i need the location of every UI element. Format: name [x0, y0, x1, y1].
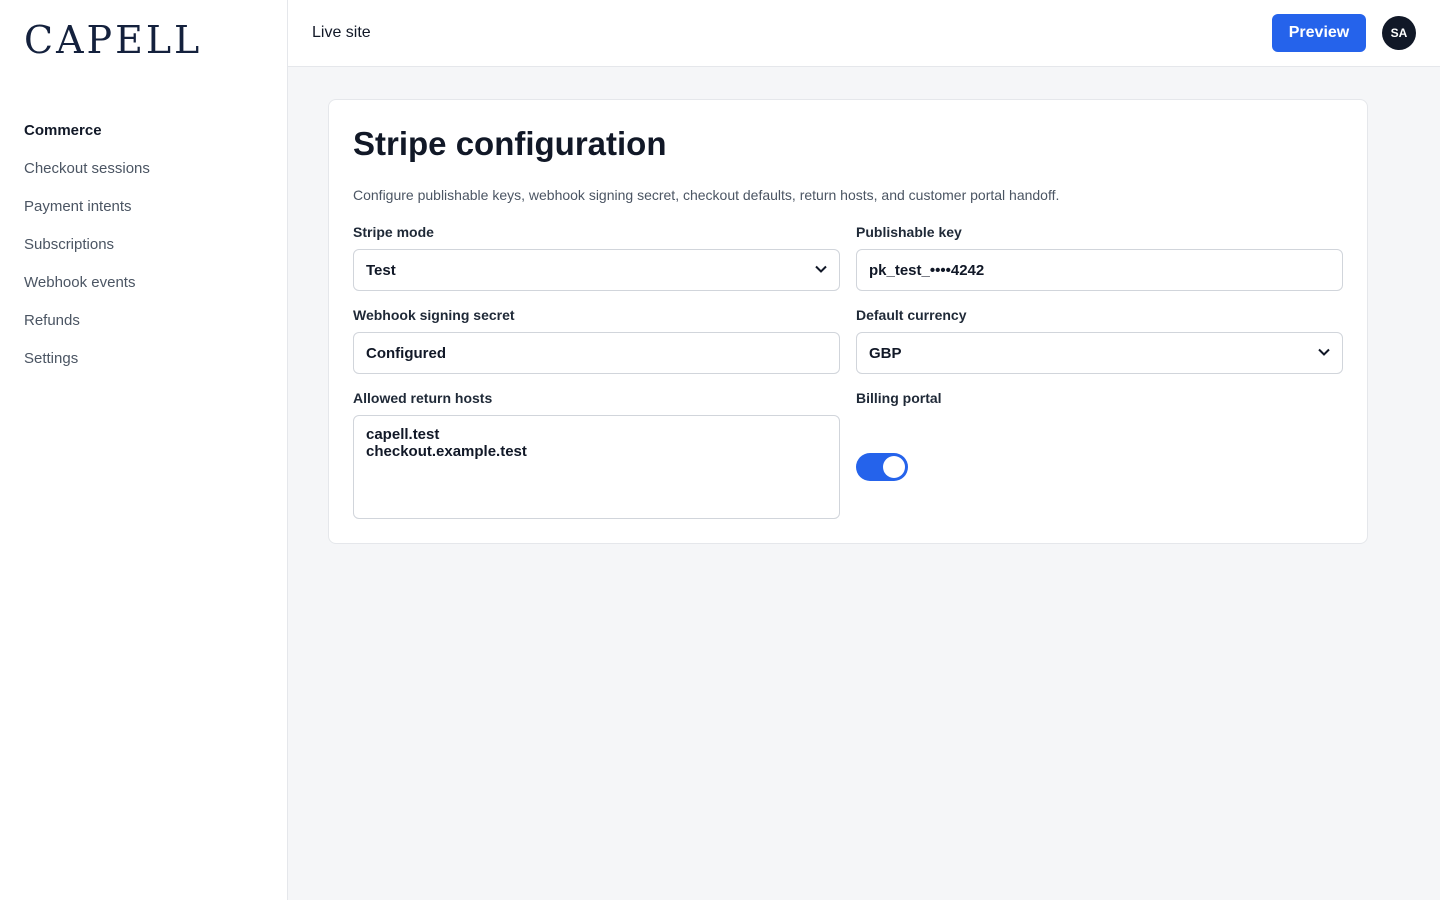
- sidebar-item-webhook-events[interactable]: Webhook events: [24, 272, 263, 310]
- billing-portal-toggle[interactable]: [856, 453, 908, 481]
- sidebar-item-payment-intents[interactable]: Payment intents: [24, 196, 263, 234]
- page-title: Stripe configuration: [353, 125, 667, 162]
- default-currency-select[interactable]: GBP: [856, 332, 1343, 374]
- billing-portal-label: Billing portal: [856, 390, 942, 406]
- main-area: Live site Preview SA Stripe configuratio…: [288, 0, 1440, 900]
- sidebar-item-settings[interactable]: Settings: [24, 348, 263, 386]
- chevron-down-icon: [815, 264, 827, 276]
- billing-portal-field: Billing portal: [856, 390, 1343, 519]
- top-bar: Live site Preview SA: [288, 0, 1440, 67]
- webhook-secret-input[interactable]: Configured: [353, 332, 840, 374]
- sidebar-item-refunds[interactable]: Refunds: [24, 310, 263, 348]
- billing-portal-toggle-wrap: [856, 415, 1343, 519]
- preview-button[interactable]: Preview: [1272, 14, 1366, 52]
- sidebar-nav: Checkout sessions Payment intents Subscr…: [24, 158, 263, 386]
- webhook-secret-label: Webhook signing secret: [353, 307, 515, 323]
- stripe-mode-select[interactable]: Test: [353, 249, 840, 291]
- content: Stripe configuration Configure publishab…: [288, 67, 1440, 576]
- webhook-secret-field: Webhook signing secret Configured: [353, 307, 840, 374]
- return-hosts-field: Allowed return hosts capell.test checkou…: [353, 390, 840, 519]
- sidebar-item-checkout-sessions[interactable]: Checkout sessions: [24, 158, 263, 196]
- stripe-mode-label: Stripe mode: [353, 224, 434, 240]
- page-description: Configure publishable keys, webhook sign…: [353, 187, 1060, 203]
- return-hosts-textarea[interactable]: capell.test checkout.example.test: [353, 415, 840, 519]
- toggle-knob: [883, 456, 905, 478]
- webhook-secret-value: Configured: [366, 344, 446, 362]
- stripe-mode-field: Stripe mode Test: [353, 224, 840, 291]
- default-currency-value: GBP: [869, 344, 902, 362]
- nav-section-commerce: Commerce: [24, 122, 102, 139]
- config-form: Stripe mode Test Publishable key pk_test…: [353, 224, 1343, 519]
- chevron-down-icon: [1318, 347, 1330, 359]
- default-currency-label: Default currency: [856, 307, 967, 323]
- page-context-title: Live site: [312, 24, 371, 41]
- stripe-mode-value: Test: [366, 261, 396, 279]
- stripe-config-card: Stripe configuration Configure publishab…: [328, 99, 1368, 544]
- brand-logo[interactable]: CAPELL: [24, 18, 263, 62]
- user-avatar[interactable]: SA: [1382, 16, 1416, 50]
- publishable-key-value: pk_test_••••4242: [869, 261, 985, 279]
- sidebar: CAPELL Commerce Checkout sessions Paymen…: [0, 0, 288, 900]
- default-currency-field: Default currency GBP: [856, 307, 1343, 374]
- publishable-key-field: Publishable key pk_test_••••4242: [856, 224, 1343, 291]
- return-hosts-label: Allowed return hosts: [353, 390, 493, 406]
- sidebar-item-subscriptions[interactable]: Subscriptions: [24, 234, 263, 272]
- publishable-key-label: Publishable key: [856, 224, 962, 240]
- publishable-key-input[interactable]: pk_test_••••4242: [856, 249, 1343, 291]
